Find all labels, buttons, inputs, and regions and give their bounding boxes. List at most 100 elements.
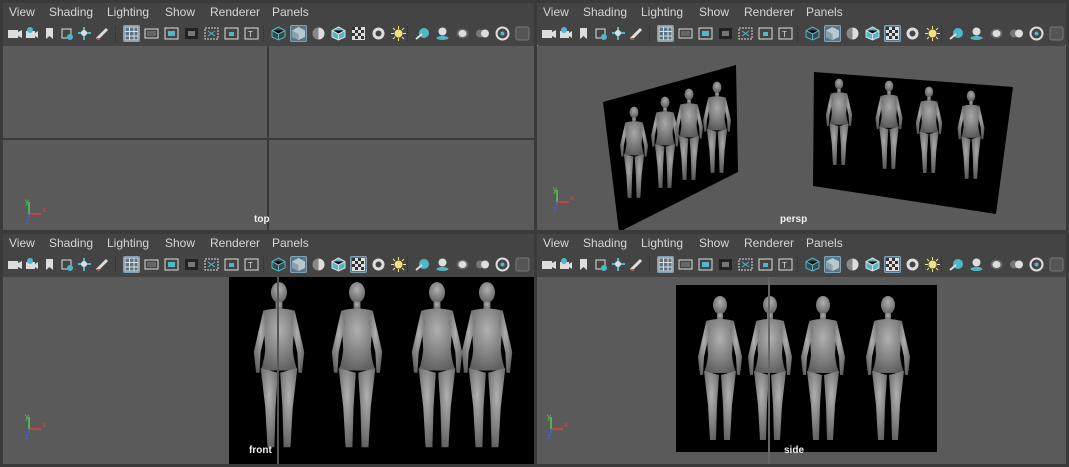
use-default-material-icon[interactable] (844, 256, 861, 273)
image-plane-icon[interactable] (593, 256, 610, 273)
camera-attributes-icon[interactable] (23, 25, 40, 42)
bookmark-icon[interactable] (575, 256, 592, 273)
use-all-lights-icon[interactable] (948, 256, 965, 273)
menu-lighting[interactable]: Lighting (641, 5, 683, 19)
image-plane-icon[interactable] (59, 25, 76, 42)
xray-joints-icon[interactable] (390, 25, 407, 42)
viewport-panel-front[interactable]: View Shading Lighting Show Renderer Panels T … (3, 234, 534, 464)
shadows-icon[interactable] (968, 25, 985, 42)
two-d-pan-zoom-icon[interactable] (76, 256, 93, 273)
select-camera-icon[interactable] (540, 256, 557, 273)
two-d-pan-zoom-icon[interactable] (610, 256, 627, 273)
wireframe-on-shaded-icon[interactable] (330, 25, 347, 42)
xray-active-components-icon[interactable] (370, 256, 387, 273)
safe-action-icon[interactable] (223, 25, 240, 42)
menu-view[interactable]: View (9, 5, 35, 19)
use-all-lights-icon[interactable] (948, 25, 965, 42)
viewport-persp[interactable]: y x z persp (537, 46, 1066, 230)
menu-lighting[interactable]: Lighting (641, 236, 683, 250)
field-chart-icon[interactable] (203, 25, 220, 42)
field-chart-icon[interactable] (203, 256, 220, 273)
smooth-shade-icon[interactable] (824, 256, 841, 273)
viewport-side[interactable]: y x z side (537, 277, 1066, 464)
camera-attributes-icon[interactable] (23, 256, 40, 273)
screen-space-ao-icon[interactable] (454, 256, 471, 273)
camera-attributes-icon[interactable] (557, 256, 574, 273)
multisample-aa-icon[interactable] (494, 256, 511, 273)
menu-panels[interactable]: Panels (272, 236, 309, 250)
film-gate-icon[interactable] (677, 256, 694, 273)
two-d-pan-zoom-icon[interactable] (76, 25, 93, 42)
resolution-gate-icon[interactable] (163, 25, 180, 42)
menu-lighting[interactable]: Lighting (107, 236, 149, 250)
xray-icon[interactable] (884, 25, 901, 42)
menu-show[interactable]: Show (699, 236, 729, 250)
select-camera-icon[interactable] (6, 25, 23, 42)
shadows-icon[interactable] (434, 25, 451, 42)
film-gate-icon[interactable] (143, 256, 160, 273)
use-default-material-icon[interactable] (310, 25, 327, 42)
safe-title-icon[interactable]: T (777, 256, 794, 273)
menu-renderer[interactable]: Renderer (210, 5, 260, 19)
film-gate-icon[interactable] (677, 25, 694, 42)
grid-icon[interactable] (657, 25, 674, 42)
viewport-top[interactable]: y x z top (3, 46, 534, 230)
xray-active-components-icon[interactable] (904, 25, 921, 42)
menu-view[interactable]: View (543, 236, 569, 250)
viewport-panel-top[interactable]: View Shading Lighting Show Renderer Panels T … (3, 3, 534, 230)
menu-panels[interactable]: Panels (272, 5, 309, 19)
wireframe-on-shaded-icon[interactable] (864, 256, 881, 273)
wireframe-icon[interactable] (270, 25, 287, 42)
use-default-material-icon[interactable] (310, 256, 327, 273)
resolution-gate-icon[interactable] (697, 25, 714, 42)
camera-attributes-icon[interactable] (557, 25, 574, 42)
xray-icon[interactable] (350, 25, 367, 42)
grease-pencil-icon[interactable] (94, 256, 111, 273)
smooth-shade-icon[interactable] (824, 25, 841, 42)
image-plane-side[interactable] (676, 285, 937, 452)
menu-show[interactable]: Show (699, 5, 729, 19)
smooth-shade-icon[interactable] (290, 256, 307, 273)
resolution-gate-icon[interactable] (697, 256, 714, 273)
field-chart-icon[interactable] (737, 256, 754, 273)
wireframe-icon[interactable] (804, 256, 821, 273)
grid-icon[interactable] (123, 25, 140, 42)
menu-view[interactable]: View (543, 5, 569, 19)
depth-of-field-icon[interactable] (514, 256, 531, 273)
image-plane-icon[interactable] (59, 256, 76, 273)
resolution-gate-icon[interactable] (163, 256, 180, 273)
xray-active-components-icon[interactable] (904, 256, 921, 273)
grid-icon[interactable] (657, 256, 674, 273)
grease-pencil-icon[interactable] (628, 256, 645, 273)
multisample-aa-icon[interactable] (1028, 256, 1045, 273)
screen-space-ao-icon[interactable] (454, 25, 471, 42)
menu-lighting[interactable]: Lighting (107, 5, 149, 19)
menu-show[interactable]: Show (165, 5, 195, 19)
image-plane-left[interactable] (537, 46, 1066, 230)
xray-icon[interactable] (350, 256, 367, 273)
motion-blur-icon[interactable] (1008, 256, 1025, 273)
safe-action-icon[interactable] (757, 25, 774, 42)
menu-shading[interactable]: Shading (49, 236, 93, 250)
safe-action-icon[interactable] (757, 256, 774, 273)
wireframe-on-shaded-icon[interactable] (330, 256, 347, 273)
shadows-icon[interactable] (968, 256, 985, 273)
gate-mask-icon[interactable] (717, 25, 734, 42)
xray-joints-icon[interactable] (924, 25, 941, 42)
use-all-lights-icon[interactable] (414, 256, 431, 273)
menu-panels[interactable]: Panels (806, 236, 843, 250)
wireframe-on-shaded-icon[interactable] (864, 25, 881, 42)
motion-blur-icon[interactable] (474, 25, 491, 42)
field-chart-icon[interactable] (737, 25, 754, 42)
bookmark-icon[interactable] (575, 25, 592, 42)
safe-title-icon[interactable]: T (243, 25, 260, 42)
menu-panels[interactable]: Panels (806, 5, 843, 19)
wireframe-icon[interactable] (270, 256, 287, 273)
menu-renderer[interactable]: Renderer (744, 236, 794, 250)
menu-renderer[interactable]: Renderer (210, 236, 260, 250)
select-camera-icon[interactable] (540, 25, 557, 42)
multisample-aa-icon[interactable] (494, 25, 511, 42)
menu-shading[interactable]: Shading (583, 236, 627, 250)
image-plane-icon[interactable] (593, 25, 610, 42)
xray-active-components-icon[interactable] (370, 25, 387, 42)
